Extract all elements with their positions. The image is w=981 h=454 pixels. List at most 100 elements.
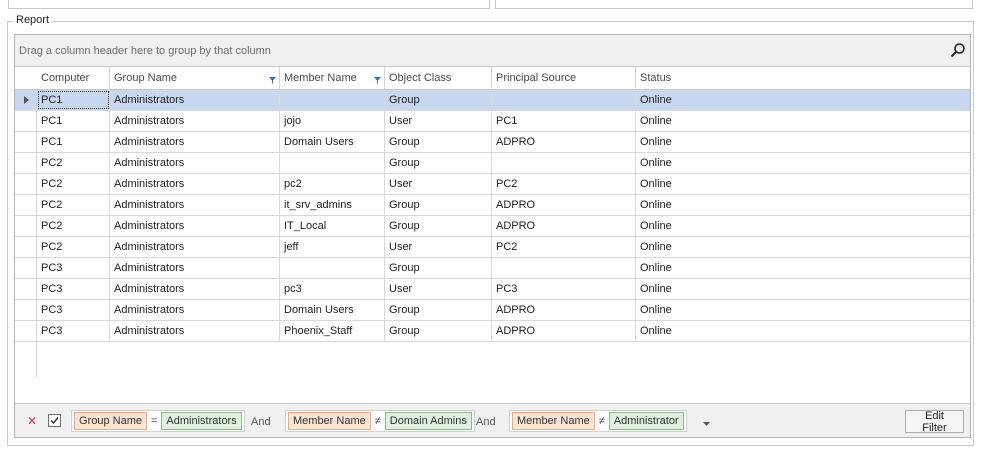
cell-status[interactable]: Online [636, 174, 970, 194]
filter-enabled-checkbox[interactable] [48, 414, 61, 427]
cell-group-name[interactable]: Administrators [110, 216, 280, 236]
cell-member-name[interactable]: Phoenix_Staff [280, 321, 385, 341]
cell-member-name[interactable] [280, 258, 385, 278]
cell-computer[interactable]: PC3 [37, 321, 110, 341]
cell-object-class[interactable]: Group [385, 216, 492, 236]
cell-member-name[interactable]: Domain Users [280, 300, 385, 320]
filter-field-token[interactable]: Member Name [288, 412, 371, 430]
cell-status[interactable]: Online [636, 300, 970, 320]
cell-principal-source[interactable]: PC3 [492, 279, 636, 299]
table-row[interactable]: PC3 Administrators Group Online [15, 258, 970, 279]
cell-member-name[interactable] [280, 153, 385, 173]
cell-group-name[interactable]: Administrators [110, 132, 280, 152]
cell-object-class[interactable]: Group [385, 132, 492, 152]
cell-member-name[interactable]: pc3 [280, 279, 385, 299]
cell-member-name[interactable]: Domain Users [280, 132, 385, 152]
cell-principal-source[interactable]: ADPRO [492, 216, 636, 236]
column-header-group-name[interactable]: Group Name [110, 67, 280, 89]
column-header-member-name[interactable]: Member Name [280, 67, 385, 89]
cell-object-class[interactable]: User [385, 111, 492, 131]
filter-mru-dropdown-icon[interactable] [703, 417, 710, 429]
table-row[interactable]: PC2 Administrators pc2 User PC2 Online [15, 174, 970, 195]
filter-value-token[interactable]: Domain Admins [384, 412, 472, 430]
group-by-panel[interactable]: Drag a column header here to group by th… [15, 35, 970, 67]
cell-principal-source[interactable]: PC1 [492, 111, 636, 131]
table-row[interactable]: PC1 Administrators Group Online [15, 90, 970, 111]
cell-object-class[interactable]: User [385, 174, 492, 194]
cell-principal-source[interactable] [492, 153, 636, 173]
cell-group-name[interactable]: Administrators [110, 111, 280, 131]
cell-principal-source[interactable]: ADPRO [492, 300, 636, 320]
cell-group-name[interactable]: Administrators [110, 237, 280, 257]
cell-computer[interactable]: PC1 [37, 90, 110, 110]
cell-computer[interactable]: PC2 [37, 216, 110, 236]
cell-computer[interactable]: PC3 [37, 258, 110, 278]
filter-and-label[interactable]: And [251, 416, 271, 428]
cell-status[interactable]: Online [636, 111, 970, 131]
table-row[interactable]: PC2 Administrators jeff User PC2 Online [15, 237, 970, 258]
cell-principal-source[interactable] [492, 258, 636, 278]
cell-member-name[interactable]: jeff [280, 237, 385, 257]
cell-group-name[interactable]: Administrators [110, 258, 280, 278]
cell-group-name[interactable]: Administrators [110, 279, 280, 299]
cell-group-name[interactable]: Administrators [110, 153, 280, 173]
cell-group-name[interactable]: Administrators [110, 300, 280, 320]
cell-computer[interactable]: PC2 [37, 237, 110, 257]
cell-computer[interactable]: PC3 [37, 300, 110, 320]
filter-operator[interactable]: ≠ [595, 415, 609, 427]
cell-member-name[interactable]: jojo [280, 111, 385, 131]
table-row[interactable]: PC1 Administrators jojo User PC1 Online [15, 111, 970, 132]
column-header-status[interactable]: Status [636, 67, 970, 89]
cell-object-class[interactable]: Group [385, 300, 492, 320]
cell-status[interactable]: Online [636, 90, 970, 110]
cell-status[interactable]: Online [636, 216, 970, 236]
table-row[interactable]: PC3 Administrators Domain Users Group ADPRO O… [15, 300, 970, 321]
cell-status[interactable]: Online [636, 132, 970, 152]
cell-object-class[interactable]: Group [385, 195, 492, 215]
filter-value-token[interactable]: Administrator [608, 412, 684, 430]
cell-principal-source[interactable]: PC2 [492, 237, 636, 257]
cell-group-name[interactable]: Administrators [110, 90, 280, 110]
cell-computer[interactable]: PC1 [37, 132, 110, 152]
filter-operator[interactable]: = [147, 415, 161, 427]
filter-field-token[interactable]: Group Name [74, 412, 147, 430]
cell-object-class[interactable]: User [385, 279, 492, 299]
filter-and-label[interactable]: And [476, 416, 496, 428]
cell-member-name[interactable]: pc2 [280, 174, 385, 194]
cell-group-name[interactable]: Administrators [110, 195, 280, 215]
cell-member-name[interactable] [280, 90, 385, 110]
cell-status[interactable]: Online [636, 195, 970, 215]
filter-icon[interactable] [374, 70, 381, 89]
cell-object-class[interactable]: Group [385, 321, 492, 341]
cell-computer[interactable]: PC1 [37, 111, 110, 131]
cell-status[interactable]: Online [636, 321, 970, 341]
clear-filter-icon[interactable]: ✕ [27, 414, 37, 428]
cell-status[interactable]: Online [636, 153, 970, 173]
column-header-object-class[interactable]: Object Class [385, 67, 492, 89]
cell-object-class[interactable]: User [385, 237, 492, 257]
filter-value-token[interactable]: Administrators [161, 412, 242, 430]
search-icon[interactable] [948, 40, 968, 60]
cell-principal-source[interactable]: PC2 [492, 174, 636, 194]
cell-principal-source[interactable]: ADPRO [492, 132, 636, 152]
cell-computer[interactable]: PC2 [37, 153, 110, 173]
column-header-computer[interactable]: Computer [37, 67, 110, 89]
table-row[interactable]: PC3 Administrators Phoenix_Staff Group ADPRO… [15, 321, 970, 342]
cell-principal-source[interactable]: ADPRO [492, 321, 636, 341]
table-row[interactable]: PC3 Administrators pc3 User PC3 Online [15, 279, 970, 300]
edit-filter-button[interactable]: Edit Filter [905, 410, 964, 434]
table-row[interactable]: PC2 Administrators it_srv_admins Group ADPRO… [15, 195, 970, 216]
cell-group-name[interactable]: Administrators [110, 321, 280, 341]
filter-field-token[interactable]: Member Name [512, 412, 595, 430]
cell-group-name[interactable]: Administrators [110, 174, 280, 194]
cell-member-name[interactable]: IT_Local [280, 216, 385, 236]
cell-computer[interactable]: PC2 [37, 174, 110, 194]
cell-object-class[interactable]: Group [385, 90, 492, 110]
table-row[interactable]: PC1 Administrators Domain Users Group ADPRO O… [15, 132, 970, 153]
table-row[interactable]: PC2 Administrators IT_Local Group ADPRO Onlin… [15, 216, 970, 237]
cell-status[interactable]: Online [636, 258, 970, 278]
filter-condition[interactable]: Group Name = Administrators [71, 410, 245, 432]
table-row[interactable]: PC2 Administrators Group Online [15, 153, 970, 174]
cell-principal-source[interactable]: ADPRO [492, 195, 636, 215]
cell-principal-source[interactable] [492, 90, 636, 110]
